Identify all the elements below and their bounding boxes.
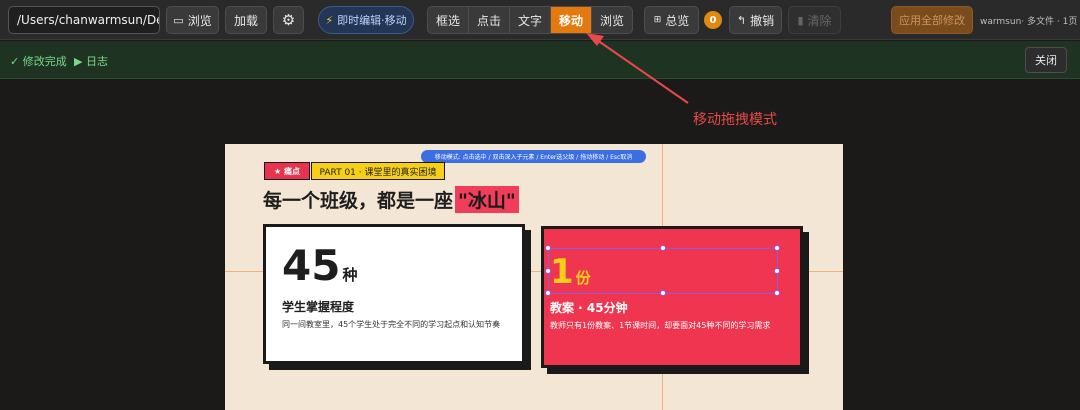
selection-box[interactable] — [545, 245, 780, 296]
log-toggle[interactable]: ▶ 日志 — [74, 53, 108, 69]
resize-handle-left[interactable] — [545, 268, 551, 274]
file-path-input[interactable]: /Users/chanwarmsun/Desktop — [8, 6, 160, 34]
card1-number: 45 种 — [282, 245, 357, 287]
folder-icon: ▭ — [173, 13, 184, 27]
browse-button[interactable]: ▭ 浏览 — [166, 6, 219, 34]
mode-move-button[interactable]: 移动 — [551, 7, 592, 33]
gear-icon: ⚙ — [281, 11, 296, 29]
mode-segmented-control: 框选 点击 文字 移动 浏览 — [427, 6, 633, 34]
close-button[interactable]: 关闭 — [1025, 47, 1067, 73]
resize-handle-bottom-left[interactable] — [545, 290, 551, 296]
top-toolbar: /Users/chanwarmsun/Desktop ▭ 浏览 加载 ⚙ ⚡ 即… — [0, 0, 1080, 40]
trash-icon: ▮ — [797, 13, 804, 27]
resize-handle-bottom[interactable] — [660, 290, 666, 296]
apply-all-button[interactable]: 应用全部修改 — [891, 6, 973, 34]
resize-handle-right[interactable] — [774, 268, 780, 274]
resize-handle-top-right[interactable] — [774, 245, 780, 251]
browse-label: 浏览 — [187, 13, 212, 28]
move-mode-hint: 移动模式: 点击选中 / 双击深入子元素 / Enter选父级 / 拖动移动 /… — [421, 150, 646, 163]
undo-label: 撤销 — [750, 13, 775, 28]
grid-icon: ⊞ — [653, 15, 662, 25]
overview-button[interactable]: ⊞ 总览 — [644, 6, 699, 34]
live-edit-label: 即时编辑·移动 — [337, 14, 407, 27]
load-label: 加载 — [233, 13, 258, 28]
slide-title[interactable]: 每一个班级，都是一座 "冰山" — [263, 186, 519, 213]
clear-button[interactable]: ▮ 清除 — [788, 6, 841, 34]
card1-number-value: 45 — [282, 241, 341, 290]
card2-subtitle: 教案 · 45分钟 — [550, 301, 628, 315]
lightning-icon: ⚡ — [325, 13, 334, 27]
overview-label: 总览 — [665, 13, 690, 28]
resize-handle-top-left[interactable] — [545, 245, 551, 251]
load-button[interactable]: 加载 — [225, 6, 267, 34]
status-bar: ✓ 修改完成 ▶ 日志 — [0, 41, 1080, 79]
change-count-badge: 0 — [704, 11, 722, 29]
resize-handle-bottom-right[interactable] — [774, 290, 780, 296]
card1-subtitle: 学生掌握程度 — [282, 300, 355, 314]
mode-browse-button[interactable]: 浏览 — [592, 7, 632, 33]
mode-text-button[interactable]: 文字 — [510, 7, 551, 33]
status-text: warmsun· 多文件 · 1页 — [980, 17, 1078, 27]
done-message: ✓ 修改完成 — [10, 55, 67, 68]
mode-marquee-button[interactable]: 框选 — [428, 7, 469, 33]
mode-click-button[interactable]: 点击 — [469, 7, 510, 33]
part-tag[interactable]: PART 01 · 课堂里的真实困境 — [311, 162, 445, 180]
live-edit-toggle[interactable]: ⚡ 即时编辑·移动 — [318, 6, 414, 34]
annotation-label: 移动拖拽模式 — [693, 112, 777, 128]
undo-button[interactable]: ↰ 撤销 — [729, 6, 782, 34]
card-student-levels[interactable]: 45 种 学生掌握程度 同一间教室里，45个学生处于完全不同的学习起点和认知节奏 — [263, 224, 525, 364]
card1-description: 同一间教室里，45个学生处于完全不同的学习起点和认知节奏 — [282, 320, 501, 329]
card1-number-unit: 种 — [342, 266, 358, 284]
undo-icon: ↰ — [736, 13, 747, 27]
slide-canvas[interactable]: 移动模式: 点击选中 / 双击深入子元素 / Enter选父级 / 拖动移动 /… — [225, 144, 843, 410]
title-highlight: "冰山" — [455, 186, 519, 213]
settings-button[interactable]: ⚙ — [273, 6, 304, 34]
title-main: 每一个班级，都是一座 — [263, 190, 454, 212]
resize-handle-top[interactable] — [660, 245, 666, 251]
card2-description: 教师只有1份教案、1节课时间，却要面对45种不同的学习需求 — [550, 321, 771, 330]
pain-point-tag[interactable]: ★ 痛点 — [264, 162, 310, 180]
clear-label: 清除 — [807, 13, 832, 28]
